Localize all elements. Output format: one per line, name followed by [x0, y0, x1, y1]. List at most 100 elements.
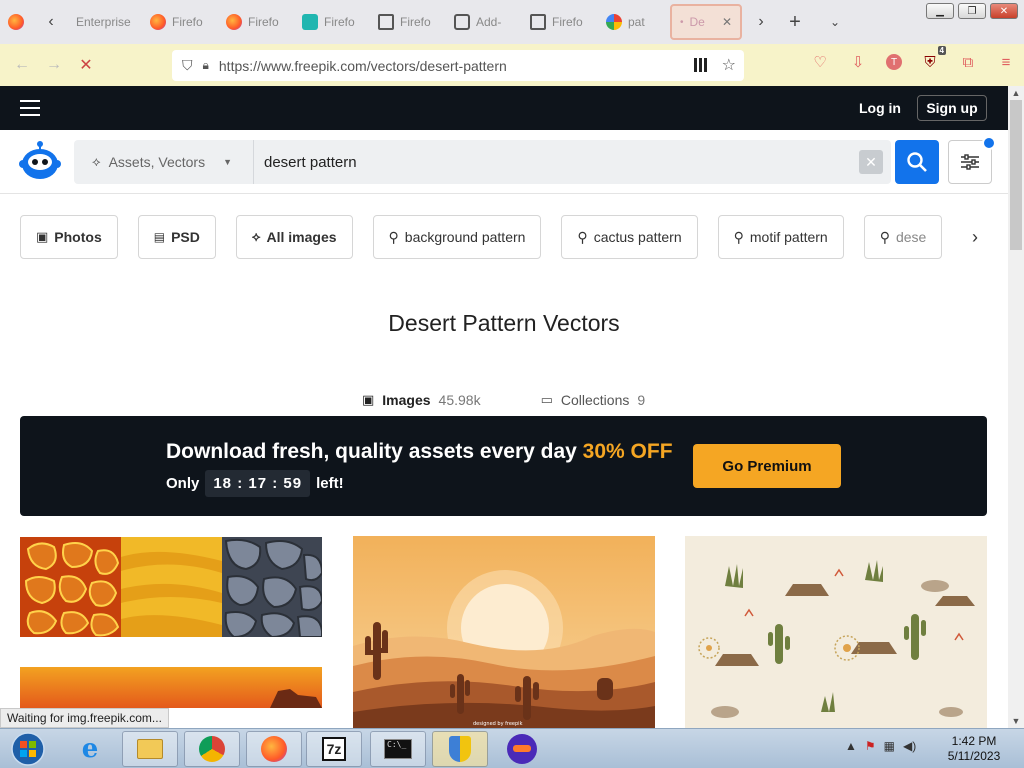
qr-code-icon[interactable] [694, 58, 708, 72]
tab[interactable]: Firefo [294, 4, 370, 40]
chip-label: background pattern [404, 229, 526, 245]
tab[interactable]: Firefo [218, 4, 294, 40]
forward-icon[interactable]: → [38, 49, 70, 81]
start-button[interactable] [2, 731, 54, 767]
minimize-window-button[interactable]: ▁ [926, 3, 954, 19]
shapes-icon: ⟡ [92, 154, 101, 169]
tab-scroll-right-icon[interactable]: › [748, 9, 774, 35]
asset-type-label: Assets, Vectors [108, 154, 206, 170]
tab-active[interactable]: • De ✕ [670, 4, 742, 40]
taskbar-internet-explorer[interactable]: e [62, 731, 118, 767]
tray-expand-icon[interactable]: ▲ [845, 739, 857, 753]
tab[interactable]: Enterprise [64, 4, 142, 40]
stop-loading-icon[interactable]: ✕ [70, 49, 102, 81]
chip-label: All images [266, 229, 337, 245]
taskbar-chrome[interactable] [184, 731, 240, 767]
restore-window-button[interactable]: ❐ [958, 3, 986, 19]
scroll-down-icon[interactable]: ▼ [1008, 714, 1024, 728]
site-header: Log in Sign up [0, 86, 1008, 130]
tab-label: pat [628, 15, 645, 29]
tab-scroll-left-icon[interactable]: ‹ [38, 9, 64, 35]
account-avatar[interactable]: T [886, 54, 902, 70]
result-thumbnail[interactable]: designed by freepik [353, 536, 655, 728]
scrollbar-thumb[interactable] [1010, 100, 1022, 250]
collections-label: Collections [560, 392, 630, 408]
close-window-button[interactable]: ✕ [990, 3, 1018, 19]
chip-motif-pattern[interactable]: ⚲ motif pattern [717, 215, 844, 259]
login-link[interactable]: Log in [859, 100, 901, 116]
tab[interactable]: Firefo [522, 4, 598, 40]
taskbar-security[interactable] [432, 731, 488, 767]
filter-notification-dot [982, 136, 996, 150]
result-counts: ▣ Images 45.98k ▭ Collections 9 [362, 392, 645, 408]
navigation-bar: ← → ✕ ⛉ 🔒︎ https://www.freepik.com/vecto… [0, 44, 1024, 86]
asset-type-select[interactable]: ⟡ Assets, Vectors ▼ [74, 140, 254, 184]
scroll-up-icon[interactable]: ▲ [1008, 86, 1024, 100]
url-text[interactable]: https://www.freepik.com/vectors/desert-p… [219, 58, 507, 74]
signup-button[interactable]: Sign up [917, 95, 987, 121]
menu-icon[interactable]: ≡ [996, 52, 1016, 72]
images-icon: ▣ [362, 392, 375, 407]
network-icon[interactable]: ▦ [884, 739, 895, 753]
search-page-icon [530, 14, 546, 30]
action-center-icon[interactable]: ⚑ [865, 739, 876, 753]
result-thumbnail[interactable] [20, 537, 322, 637]
page-title: Desert Pattern Vectors [388, 310, 620, 336]
thumbnail-image [20, 667, 322, 708]
images-tab[interactable]: ▣ Images 45.98k [362, 392, 481, 408]
lock-icon[interactable]: 🔒︎ [203, 58, 209, 73]
pocket-icon[interactable]: ♡ [810, 52, 830, 72]
tracking-shield-icon[interactable]: ⛉ [182, 57, 193, 74]
extensions-icon[interactable]: ⧉ [958, 52, 978, 72]
ublock-icon[interactable]: ⛨ 4 [920, 46, 946, 72]
tab[interactable]: Firefo [370, 4, 446, 40]
chips-next-icon[interactable]: › [960, 215, 990, 259]
bookmark-star-icon[interactable]: ☆ [722, 55, 736, 75]
taskbar-7zip[interactable]: 7z [306, 731, 362, 767]
tab-label: Firefo [248, 15, 279, 29]
volume-icon[interactable]: ◀) [903, 739, 916, 753]
tab-bar: ‹ Enterprise Firefo Firefo Firefo Firefo… [0, 0, 1024, 44]
result-thumbnail[interactable] [685, 536, 987, 728]
chip-all-images[interactable]: ⟡ All images [235, 215, 353, 259]
new-tab-icon[interactable]: + [782, 9, 808, 35]
search-button[interactable] [895, 140, 939, 184]
hamburger-menu-icon[interactable] [20, 100, 40, 116]
downloads-icon[interactable]: ⇩ [848, 52, 868, 72]
image-icon: ▣ [36, 229, 49, 244]
toolbar-icons: ♡ ⇩ T ⛨ 4 ⧉ ≡ [810, 46, 1016, 72]
taskbar-clock[interactable]: 1:42 PM 5/11/2023 [944, 734, 1004, 764]
taskbar-firefox[interactable] [246, 731, 302, 767]
result-thumbnail[interactable] [20, 667, 322, 708]
freepik-logo-icon[interactable] [18, 138, 62, 182]
go-premium-button[interactable]: Go Premium [693, 444, 841, 488]
chip-cactus-pattern[interactable]: ⚲ cactus pattern [561, 215, 698, 259]
tab[interactable]: pat [598, 4, 664, 40]
taskbar-mask-app[interactable] [494, 731, 550, 767]
chip-label: dese [895, 229, 927, 245]
chip-photos[interactable]: ▣ Photos [20, 215, 118, 259]
url-bar[interactable]: ⛉ 🔒︎ https://www.freepik.com/vectors/des… [172, 50, 744, 81]
close-tab-icon[interactable]: ✕ [722, 15, 732, 29]
thumbnail-image [685, 536, 987, 728]
clear-search-icon[interactable]: ✕ [859, 150, 883, 174]
chrome-icon [199, 736, 225, 762]
chip-background-pattern[interactable]: ⚲ background pattern [372, 215, 542, 259]
back-icon[interactable]: ← [6, 49, 38, 81]
chip-desert[interactable]: ⚲ dese [863, 215, 943, 259]
firefox-icon [261, 736, 287, 762]
search-icon: ⚲ [733, 228, 744, 245]
promo-only-text: Only [166, 475, 200, 492]
tab-label: Firefo [400, 15, 431, 29]
search-input[interactable]: desert pattern [264, 154, 357, 171]
chip-psd[interactable]: ▤ PSD [137, 215, 216, 259]
tab[interactable]: Firefo [142, 4, 218, 40]
images-label: Images [382, 392, 431, 408]
taskbar-file-explorer[interactable] [122, 731, 178, 767]
tab-list-icon[interactable]: ⌄ [822, 9, 848, 35]
tab-firefox-view[interactable] [0, 4, 38, 40]
collections-tab[interactable]: ▭ Collections 9 [541, 392, 646, 408]
page-scrollbar[interactable]: ▲ ▼ [1008, 86, 1024, 728]
tab[interactable]: Add- [446, 4, 522, 40]
taskbar-command-prompt[interactable]: C:\_ [370, 731, 426, 767]
